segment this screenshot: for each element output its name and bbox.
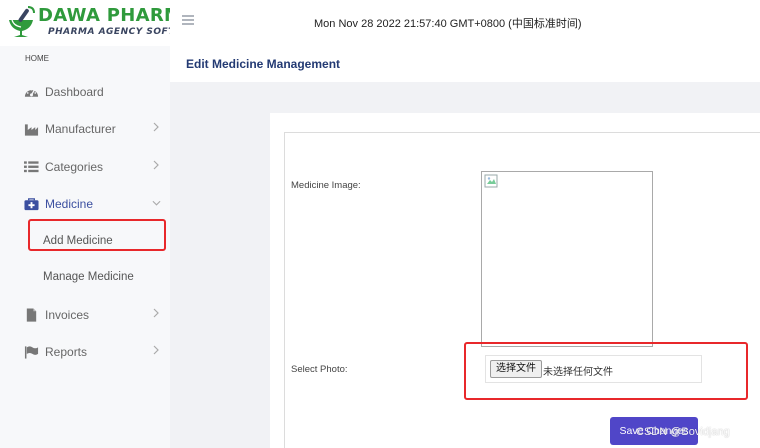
sidebar-item-label: Medicine — [45, 197, 94, 211]
sidebar-item-reports[interactable]: Reports — [0, 337, 170, 367]
medicine-image-label: Medicine Image: — [291, 180, 361, 191]
sidebar-item-invoices[interactable]: Invoices — [0, 300, 170, 330]
current-datetime: Mon Nov 28 2022 21:57:40 GMT+0800 (中国标准时… — [314, 18, 582, 30]
broken-image-icon — [484, 174, 498, 188]
brand-logo[interactable]: DAWA PHARMA PHARMA AGENCY SOFTWARE — [0, 0, 206, 46]
medicine-image-preview — [481, 171, 653, 347]
sidebar-item-label: Manufacturer — [45, 122, 116, 136]
sidebar-item-categories[interactable]: Categories — [0, 152, 170, 182]
sidebar-item-manufacturer[interactable]: Manufacturer — [0, 114, 170, 144]
sidebar-section-label: HOME — [25, 54, 49, 63]
chevron-down-icon — [152, 200, 161, 206]
tachometer-icon — [24, 88, 39, 97]
file-icon — [26, 308, 37, 322]
sidebar-item-dashboard[interactable]: Dashboard — [0, 77, 170, 107]
mortar-pestle-icon — [9, 6, 35, 37]
chevron-right-icon — [153, 345, 159, 355]
sidebar-item-medicine[interactable]: Medicine — [0, 189, 170, 219]
submenu-item-manage-medicine[interactable]: Manage Medicine — [43, 271, 134, 283]
chevron-right-icon — [153, 160, 159, 170]
medkit-icon — [24, 198, 39, 211]
sidebar-item-label: Dashboard — [45, 85, 104, 99]
sidebar-item-label: Categories — [45, 160, 104, 174]
sidebar-item-label: Invoices — [45, 308, 90, 322]
hamburger-icon[interactable] — [182, 15, 194, 25]
watermark: CSDN @Bovidjang — [636, 426, 730, 438]
list-icon — [24, 161, 39, 173]
highlight-box — [28, 219, 166, 251]
sidebar-item-label: Reports — [45, 345, 88, 359]
flag-icon — [24, 346, 39, 359]
top-bar: Mon Nov 28 2022 21:57:40 GMT+0800 (中国标准时… — [170, 0, 760, 46]
highlight-box — [464, 342, 748, 400]
select-photo-label: Select Photo: — [291, 364, 348, 375]
industry-icon — [24, 124, 39, 136]
chevron-right-icon — [153, 122, 159, 132]
chevron-right-icon — [153, 308, 159, 318]
page-title: Edit Medicine Management — [186, 57, 341, 71]
page-header: Edit Medicine Management — [170, 46, 760, 82]
